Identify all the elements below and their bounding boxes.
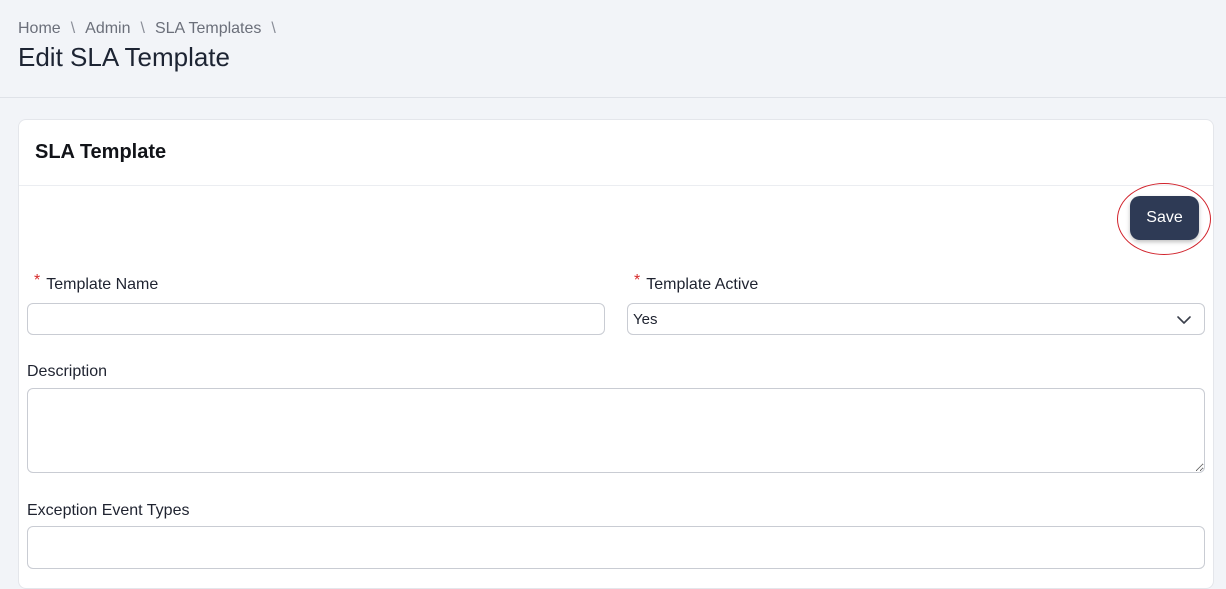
template-active-label-text: Template Active xyxy=(646,276,759,293)
breadcrumb: Home \ Admin \ SLA Templates \ xyxy=(18,20,286,38)
breadcrumb-home[interactable]: Home xyxy=(18,20,61,38)
breadcrumb-sla-templates[interactable]: SLA Templates xyxy=(155,20,261,38)
card-title: SLA Template xyxy=(35,141,167,163)
breadcrumb-separator: \ xyxy=(70,20,76,37)
chevron-down-icon xyxy=(1177,316,1191,324)
breadcrumb-separator: \ xyxy=(140,20,145,37)
description-label: Description xyxy=(27,363,108,380)
save-button[interactable]: Save xyxy=(1130,196,1199,240)
description-textarea[interactable] xyxy=(27,388,1205,473)
exception-event-types-label: Exception Event Types xyxy=(27,502,190,519)
breadcrumb-admin[interactable]: Admin xyxy=(85,20,130,38)
required-marker: * xyxy=(634,272,641,289)
template-name-input[interactable] xyxy=(27,303,605,335)
template-active-label: * Template Active xyxy=(634,272,759,294)
page-title: Edit SLA Template xyxy=(18,42,230,72)
required-marker: * xyxy=(34,272,41,289)
exception-event-types-input[interactable] xyxy=(27,526,1205,569)
template-active-selected-value: Yes xyxy=(633,310,658,328)
breadcrumb-separator: \ xyxy=(271,20,276,37)
card-header: SLA Template xyxy=(19,120,1213,186)
template-name-label-text: Template Name xyxy=(46,276,159,293)
template-active-select[interactable]: Yes xyxy=(627,303,1205,335)
template-name-label: * Template Name xyxy=(34,272,159,294)
page-header: Home \ Admin \ SLA Templates \ Edit SLA … xyxy=(0,0,1226,98)
sla-template-card: SLA Template Save * Template Name * Templa… xyxy=(18,119,1214,589)
